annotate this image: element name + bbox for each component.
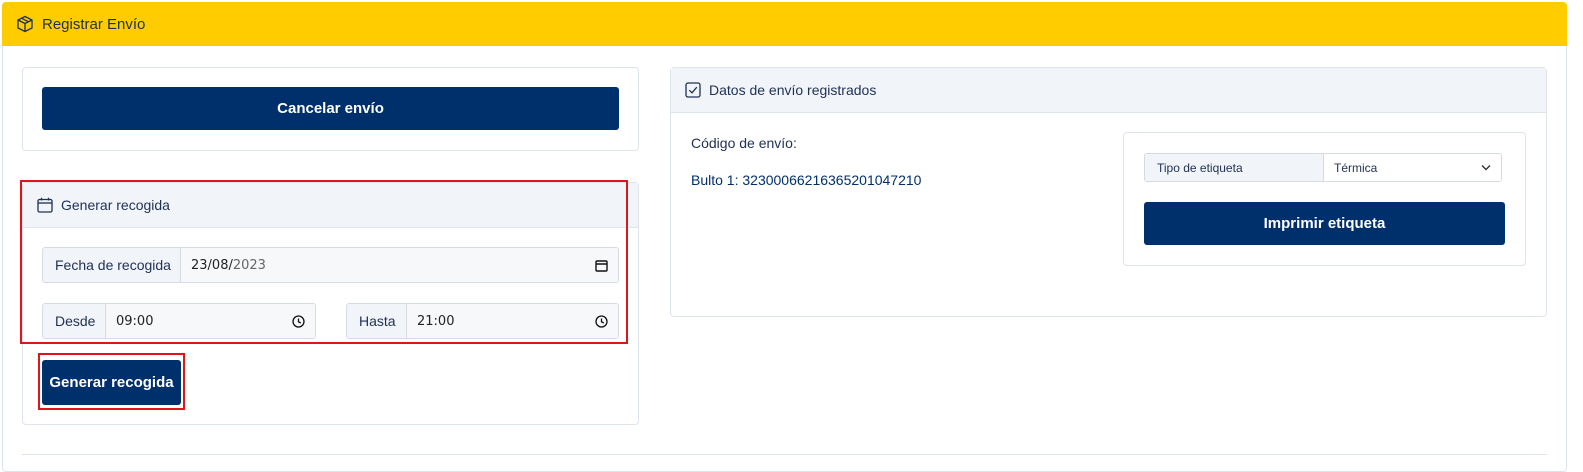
print-label-button[interactable]: Imprimir etiqueta [1144, 202, 1505, 245]
cancel-shipment-button[interactable]: Cancelar envío [42, 87, 619, 130]
chevron-down-icon[interactable] [1481, 164, 1491, 171]
bottom-divider [22, 454, 1547, 455]
label-type-select[interactable]: Térmica [1324, 154, 1501, 181]
highlight-generate-button [38, 353, 185, 410]
shipment-card-header: Datos de envío registrados [671, 68, 1546, 113]
label-type-value: Térmica [1334, 160, 1378, 175]
package-code: Bulto 1: 3230006621636520104721​0 [691, 172, 922, 188]
highlight-pickup-form [20, 180, 628, 344]
label-type-label: Tipo de etiqueta [1145, 154, 1324, 181]
shipment-card-title: Datos de envío registrados [709, 82, 877, 98]
label-type-group: Tipo de etiqueta Térmica [1144, 153, 1502, 182]
checkbox-icon [685, 82, 701, 98]
box-icon [16, 15, 34, 33]
header-bar: Registrar Envío [2, 2, 1567, 46]
shipment-code-label: Código de envío: [691, 135, 797, 151]
page-title: Registrar Envío [42, 15, 146, 33]
